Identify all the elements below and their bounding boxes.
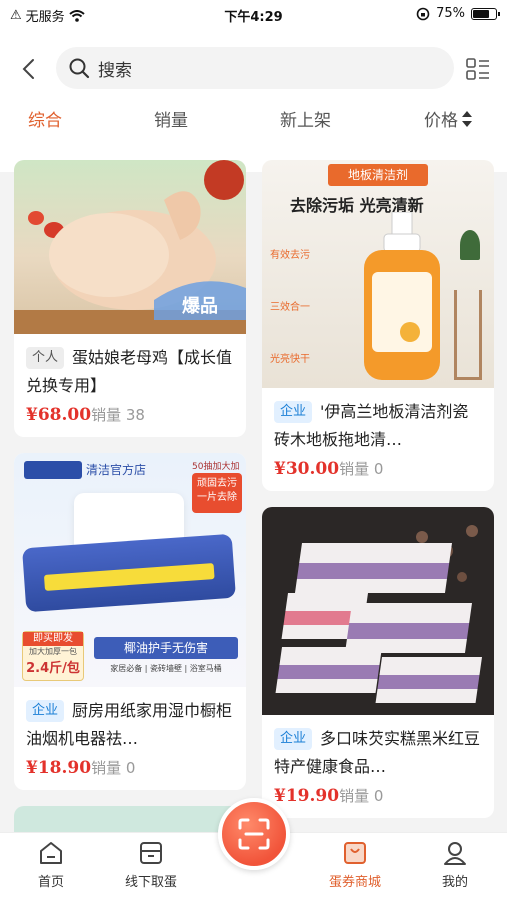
product-sales: 销量 0 <box>91 759 136 777</box>
promo-banner: 椰油护手无伤害 <box>94 637 238 659</box>
nav-label: 线下取蛋 <box>124 875 177 890</box>
corner-badge: 顽固去污 一片去除 <box>192 473 242 513</box>
sort-tabs: 综合 销量 新上架 价格 <box>0 100 507 140</box>
product-title: 企业 '伊高兰地板清洁剂瓷砖木地板拖地清… <box>274 398 484 454</box>
nav-pickup[interactable]: 线下取蛋 <box>106 839 196 890</box>
shipping-box: 即买即发 加大加厚一包 2.4斤/包 <box>22 631 84 681</box>
product-price: ¥30.00 <box>274 459 340 479</box>
battery-icon <box>471 7 500 20</box>
product-card[interactable]: 地板清洁剂 去除污垢 光亮清新 有效去污 三效合一 光亮快干 企业 '伊高兰地板清… <box>262 160 494 491</box>
header: 搜索 综合 销量 新上架 价格 <box>0 28 507 172</box>
tab-price-label: 价格 <box>424 111 458 131</box>
feature-list: 有效去污 三效合一 光亮快干 <box>270 230 310 386</box>
nav-mine[interactable]: 我的 <box>410 839 500 890</box>
size-label: 加大加厚一包 <box>29 647 77 656</box>
search-icon <box>69 58 90 79</box>
search-bar[interactable]: 搜索 <box>56 47 454 89</box>
product-sales: 销量 0 <box>339 787 384 805</box>
seller-badge: 企业 <box>26 700 65 722</box>
product-sales: 销量 38 <box>91 406 145 424</box>
wipes-pack <box>22 533 236 613</box>
sort-arrows-icon <box>461 109 473 134</box>
tab-new[interactable]: 新上架 <box>280 106 331 131</box>
product-image: 爆品 <box>14 160 246 334</box>
product-image: 地板清洁剂 去除污垢 光亮清新 有效去污 三效合一 光亮快干 <box>262 160 494 388</box>
product-title: 企业 厨房用纸家用湿巾橱柜油烟机电器祛… <box>26 697 236 753</box>
product-image: 清洁官方店 50抽加大加厚 顽固去污 一片去除 即买即发 加大加厚一包 2.4斤… <box>14 453 246 687</box>
scan-icon <box>238 818 270 850</box>
ship-label: 即买即发 <box>23 632 83 646</box>
chevron-left-icon <box>22 59 34 79</box>
detergent-bottle <box>364 212 440 380</box>
brand-store-label: 清洁官方店 <box>86 463 147 477</box>
battery-percent: 75% <box>436 6 465 21</box>
status-bar: ⚠ 无服务 下午4:29 75% <box>0 0 507 28</box>
chair-decor <box>452 230 482 380</box>
nav-home[interactable]: 首页 <box>6 839 96 890</box>
tab-price[interactable]: 价格 <box>424 106 473 134</box>
feature-item: 三效合一 <box>270 302 310 313</box>
search-placeholder: 搜索 <box>98 60 132 81</box>
seller-badge: 个人 <box>26 347 65 369</box>
nav-coupon-mall[interactable]: 蛋券商城 <box>310 839 400 890</box>
box-icon <box>140 842 162 864</box>
rotation-lock-icon <box>416 7 430 20</box>
hot-item-tag: 爆品 <box>182 296 218 317</box>
nav-label: 首页 <box>37 875 64 890</box>
home-icon <box>40 842 62 864</box>
feature-item: 有效去污 <box>270 250 310 261</box>
product-price: ¥18.90 <box>26 758 92 778</box>
back-button[interactable] <box>14 54 44 84</box>
cake-image <box>275 525 482 703</box>
weight-label: 2.4斤/包 <box>26 661 80 676</box>
seller-badge: 企业 <box>274 401 313 423</box>
tab-sales[interactable]: 销量 <box>154 106 188 131</box>
tab-comprehensive[interactable]: 综合 <box>28 106 62 131</box>
shop-bag-icon <box>344 842 366 864</box>
brand-logo <box>24 461 82 479</box>
product-column-left: 爆品 个人 蛋姑娘老母鸡【成长值兑换专用】 ¥68.00销量 38 清洁官方店 5… <box>14 160 246 862</box>
product-title: 企业 多口味芡实糕黑米红豆特产健康食品… <box>274 725 484 781</box>
seller-badge: 企业 <box>274 728 313 750</box>
feature-item: 光亮快干 <box>270 354 310 365</box>
nav-label: 我的 <box>441 875 468 890</box>
product-sales: 销量 0 <box>339 460 384 478</box>
product-card[interactable]: 企业 多口味芡实糕黑米红豆特产健康食品… ¥19.90销量 0 <box>262 507 494 818</box>
product-column-right: 地板清洁剂 去除污垢 光亮清新 有效去污 三效合一 光亮快干 企业 '伊高兰地板清… <box>262 160 494 834</box>
product-image <box>262 507 494 715</box>
product-price: ¥68.00 <box>26 405 92 425</box>
product-card[interactable]: 爆品 个人 蛋姑娘老母鸡【成长值兑换专用】 ¥68.00销量 38 <box>14 160 246 437</box>
layout-toggle-icon[interactable] <box>466 58 490 80</box>
product-price: ¥19.90 <box>274 786 340 806</box>
category-banner: 地板清洁剂 <box>328 164 428 186</box>
nav-label: 蛋券商城 <box>328 875 381 890</box>
promo-usage: 家居必备 | 瓷砖墙壁 | 浴室马桶 <box>110 664 222 673</box>
scan-button[interactable] <box>218 798 290 870</box>
user-icon <box>444 842 466 865</box>
product-title: 个人 蛋姑娘老母鸡【成长值兑换专用】 <box>26 344 236 400</box>
product-card[interactable]: 清洁官方店 50抽加大加厚 顽固去污 一片去除 即买即发 加大加厚一包 2.4斤… <box>14 453 246 790</box>
